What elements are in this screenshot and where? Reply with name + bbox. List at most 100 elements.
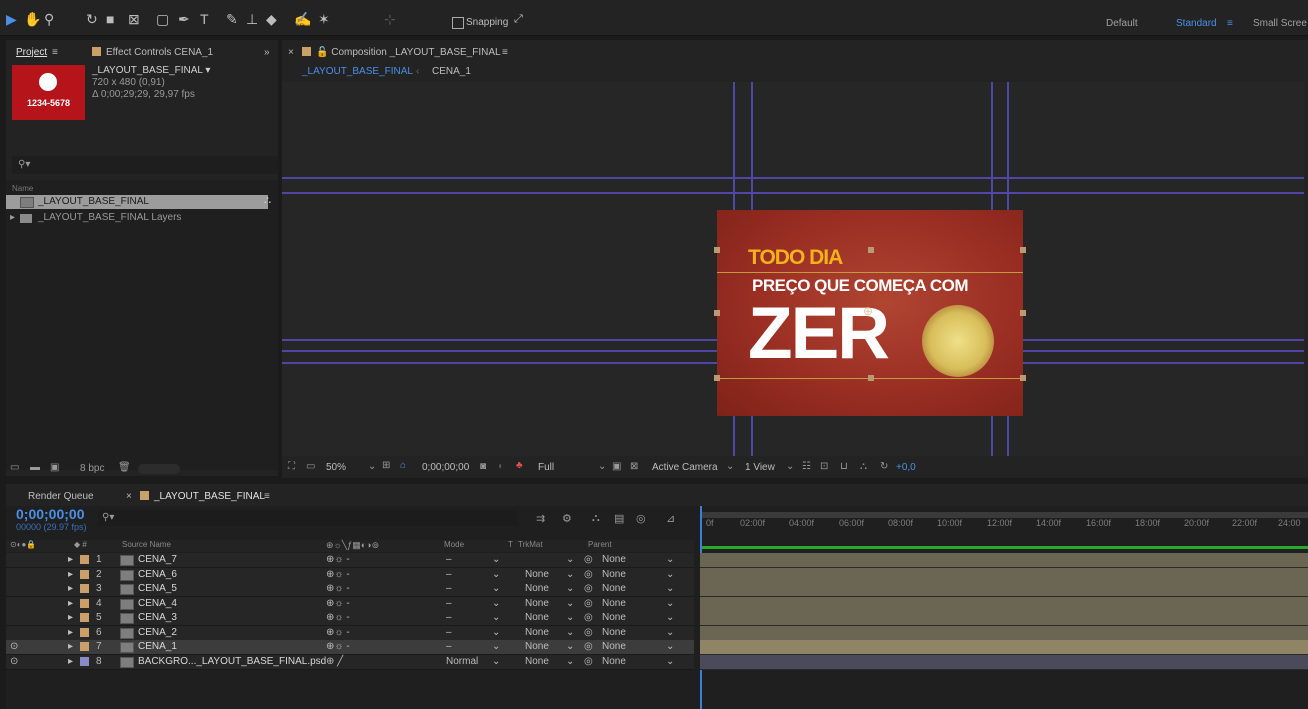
chevron-down-icon[interactable]: ⌄ — [492, 656, 500, 667]
channel-color-icon[interactable]: ♣ — [516, 460, 523, 471]
layer-name[interactable]: CENA_3 — [138, 612, 177, 623]
close-tab-icon[interactable]: × — [288, 47, 294, 58]
layer-mode-select[interactable]: – — [446, 569, 452, 580]
item-name[interactable]: _LAYOUT_BASE_FINAL ▾ — [92, 65, 210, 76]
pen-tool-icon[interactable]: ✒ — [178, 12, 190, 26]
chevron-down-icon[interactable]: ⌄ — [566, 641, 574, 652]
panel-overflow-icon[interactable]: » — [264, 47, 270, 58]
layer-duration-bar[interactable] — [700, 596, 1308, 612]
layer-trkmat-select[interactable]: None — [525, 641, 549, 652]
workspace-default[interactable]: Default — [1106, 18, 1138, 29]
chevron-down-icon[interactable]: ⌄ — [786, 461, 794, 472]
layer-switch-icons[interactable]: ⊕☼ - — [326, 583, 350, 594]
time-ruler[interactable]: 0f 02:00f 04:00f 06:00f 08:00f 10:00f 12… — [700, 506, 1308, 552]
chevron-down-icon[interactable]: ⌄ — [666, 554, 674, 565]
column-source-name[interactable]: Source Name — [122, 540, 171, 549]
parent-pickwhip-icon[interactable]: ◎ — [584, 612, 593, 623]
tab-timeline-comp[interactable]: _LAYOUT_BASE_FINAL — [140, 491, 265, 502]
thumbnail-slider[interactable] — [138, 464, 180, 474]
always-preview-icon[interactable]: ⛶ — [288, 461, 295, 472]
zoom-tool-icon[interactable]: ⚲ — [44, 12, 54, 26]
expand-arrow-icon[interactable]: ▸ — [68, 569, 73, 580]
workspace-menu-icon[interactable]: ≡ — [1227, 18, 1233, 29]
close-tab-icon[interactable]: × — [126, 491, 132, 502]
layer-row[interactable]: ⊙ ▸ 8 BACKGRO..._LAYOUT_BASE_FINAL.psd ⊕ ╱ No… — [6, 654, 694, 670]
chevron-down-icon[interactable]: ⌄ — [492, 554, 500, 565]
layer-switch-icons[interactable]: ⊕☼ - — [326, 641, 350, 652]
interpret-footage-icon[interactable]: ▭ — [10, 462, 19, 473]
clone-stamp-tool-icon[interactable]: ⊥ — [246, 12, 258, 26]
layer-trkmat-select[interactable]: None — [525, 583, 549, 594]
layer-mode-select[interactable]: – — [446, 598, 452, 609]
layer-parent-select[interactable]: None — [602, 583, 626, 594]
chevron-down-icon[interactable]: ⌄ — [666, 641, 674, 652]
comp-artboard[interactable]: TODO DIA PREÇO QUE COMEÇA COM ZER ⊕ — [717, 210, 1023, 416]
transform-handle[interactable] — [1020, 375, 1026, 381]
expand-arrow-icon[interactable]: ▸ — [68, 627, 73, 638]
layer-label-swatch-icon[interactable] — [80, 555, 89, 564]
expand-arrow-icon[interactable]: ▸ — [10, 212, 15, 223]
transform-handle[interactable] — [714, 247, 720, 253]
layer-mode-select[interactable]: – — [446, 612, 452, 623]
layer-switch-icons[interactable]: ⊕☼ - — [326, 554, 350, 565]
eye-visibility-icon[interactable]: ⊙ — [10, 641, 18, 652]
transform-handle[interactable] — [714, 375, 720, 381]
layer-label-swatch-icon[interactable] — [80, 656, 89, 666]
layer-label-swatch-icon[interactable] — [80, 598, 89, 608]
layer-row[interactable]: ▸ 5 CENA_3 ⊕☼ - – ⌄ None ⌄ ◎ None ⌄ — [6, 611, 694, 626]
flowchart-icon[interactable]: ⛬ — [264, 195, 271, 206]
chevron-down-icon[interactable]: ⌄ — [566, 612, 574, 623]
new-folder-icon[interactable]: ▬ — [30, 462, 40, 473]
column-mode[interactable]: Mode — [444, 540, 464, 549]
expand-arrow-icon[interactable]: ▸ — [68, 641, 73, 652]
transform-handle[interactable] — [714, 310, 720, 316]
puppet-tool-icon[interactable]: ✶ — [318, 12, 330, 26]
composition-viewer[interactable]: TODO DIA PREÇO QUE COMEÇA COM ZER ⊕ — [282, 82, 1304, 456]
type-tool-icon[interactable]: T — [200, 12, 209, 26]
layer-label-swatch-icon[interactable] — [80, 613, 89, 622]
draft-3d-icon[interactable]: ⚙ — [562, 512, 572, 525]
column-trkmat[interactable]: TrkMat — [518, 540, 543, 549]
layer-mode-select[interactable]: Normal — [446, 656, 478, 667]
brush-tool-icon[interactable]: ✎ — [226, 12, 238, 26]
layer-trkmat-select[interactable]: None — [525, 612, 549, 623]
project-search-input[interactable]: ⚲▾ — [12, 156, 278, 174]
layer-row[interactable]: ▸ 6 CENA_2 ⊕☼ - – ⌄ None ⌄ ◎ None ⌄ — [6, 625, 694, 641]
exposure-value[interactable]: +0,0 — [896, 462, 916, 473]
fast-preview-icon[interactable]: ⊡ — [820, 461, 828, 472]
selection-tool-icon[interactable]: ▶ — [6, 12, 17, 26]
layer-parent-select[interactable]: None — [602, 627, 626, 638]
parent-pickwhip-icon[interactable]: ◎ — [584, 656, 593, 667]
parent-pickwhip-icon[interactable]: ◎ — [584, 641, 593, 652]
layer-name[interactable]: CENA_6 — [138, 569, 177, 580]
grid-guides-icon[interactable]: ⊞ — [382, 460, 390, 471]
composition-mini-flowchart-icon[interactable]: ⇉ — [536, 512, 545, 525]
region-of-interest-icon[interactable]: ▣ — [612, 461, 621, 472]
chevron-down-icon[interactable]: ⌄ — [566, 583, 574, 594]
chevron-down-icon[interactable]: ⌄ — [566, 598, 574, 609]
motion-blur-icon[interactable]: ◎ — [636, 512, 646, 525]
eraser-tool-icon[interactable]: ◆ — [266, 12, 277, 26]
current-timecode[interactable]: 0;00;00;00 — [16, 506, 85, 522]
pizza-image[interactable] — [922, 305, 994, 377]
chevron-down-icon[interactable]: ⌄ — [368, 461, 376, 472]
layer-row[interactable]: ▸ 4 CENA_4 ⊕☼ - – ⌄ None ⌄ ◎ None ⌄ — [6, 596, 694, 612]
layer-mode-select[interactable]: – — [446, 554, 452, 565]
chevron-down-icon[interactable]: ⌄ — [666, 569, 674, 580]
tab-effect-controls[interactable]: Effect Controls CENA_1 — [92, 47, 213, 58]
layer-switch-icons[interactable]: ⊕☼ - — [326, 569, 350, 580]
layer-switch-icons[interactable]: ⊕ ╱ — [326, 656, 343, 667]
transform-handle[interactable] — [1020, 310, 1026, 316]
chevron-down-icon[interactable]: ⌄ — [492, 583, 500, 594]
snapping-options-icon[interactable]: ⤢ — [514, 12, 523, 26]
layer-mode-select[interactable]: – — [446, 583, 452, 594]
hand-tool-icon[interactable]: ✋ — [24, 12, 41, 26]
shy-layers-icon[interactable]: ⛬ — [592, 512, 600, 525]
project-item-row[interactable]: ▸ _LAYOUT_BASE_FINAL Layers — [6, 211, 268, 225]
current-time-display[interactable]: 0;00;00;00 — [422, 462, 469, 473]
layer-name[interactable]: CENA_5 — [138, 583, 177, 594]
chevron-down-icon[interactable]: ⌄ — [666, 627, 674, 638]
workspace-small-screen[interactable]: Small Scree — [1253, 18, 1307, 29]
transparency-grid-icon[interactable]: ⊠ — [630, 461, 638, 472]
layer-trkmat-select[interactable]: None — [525, 598, 549, 609]
